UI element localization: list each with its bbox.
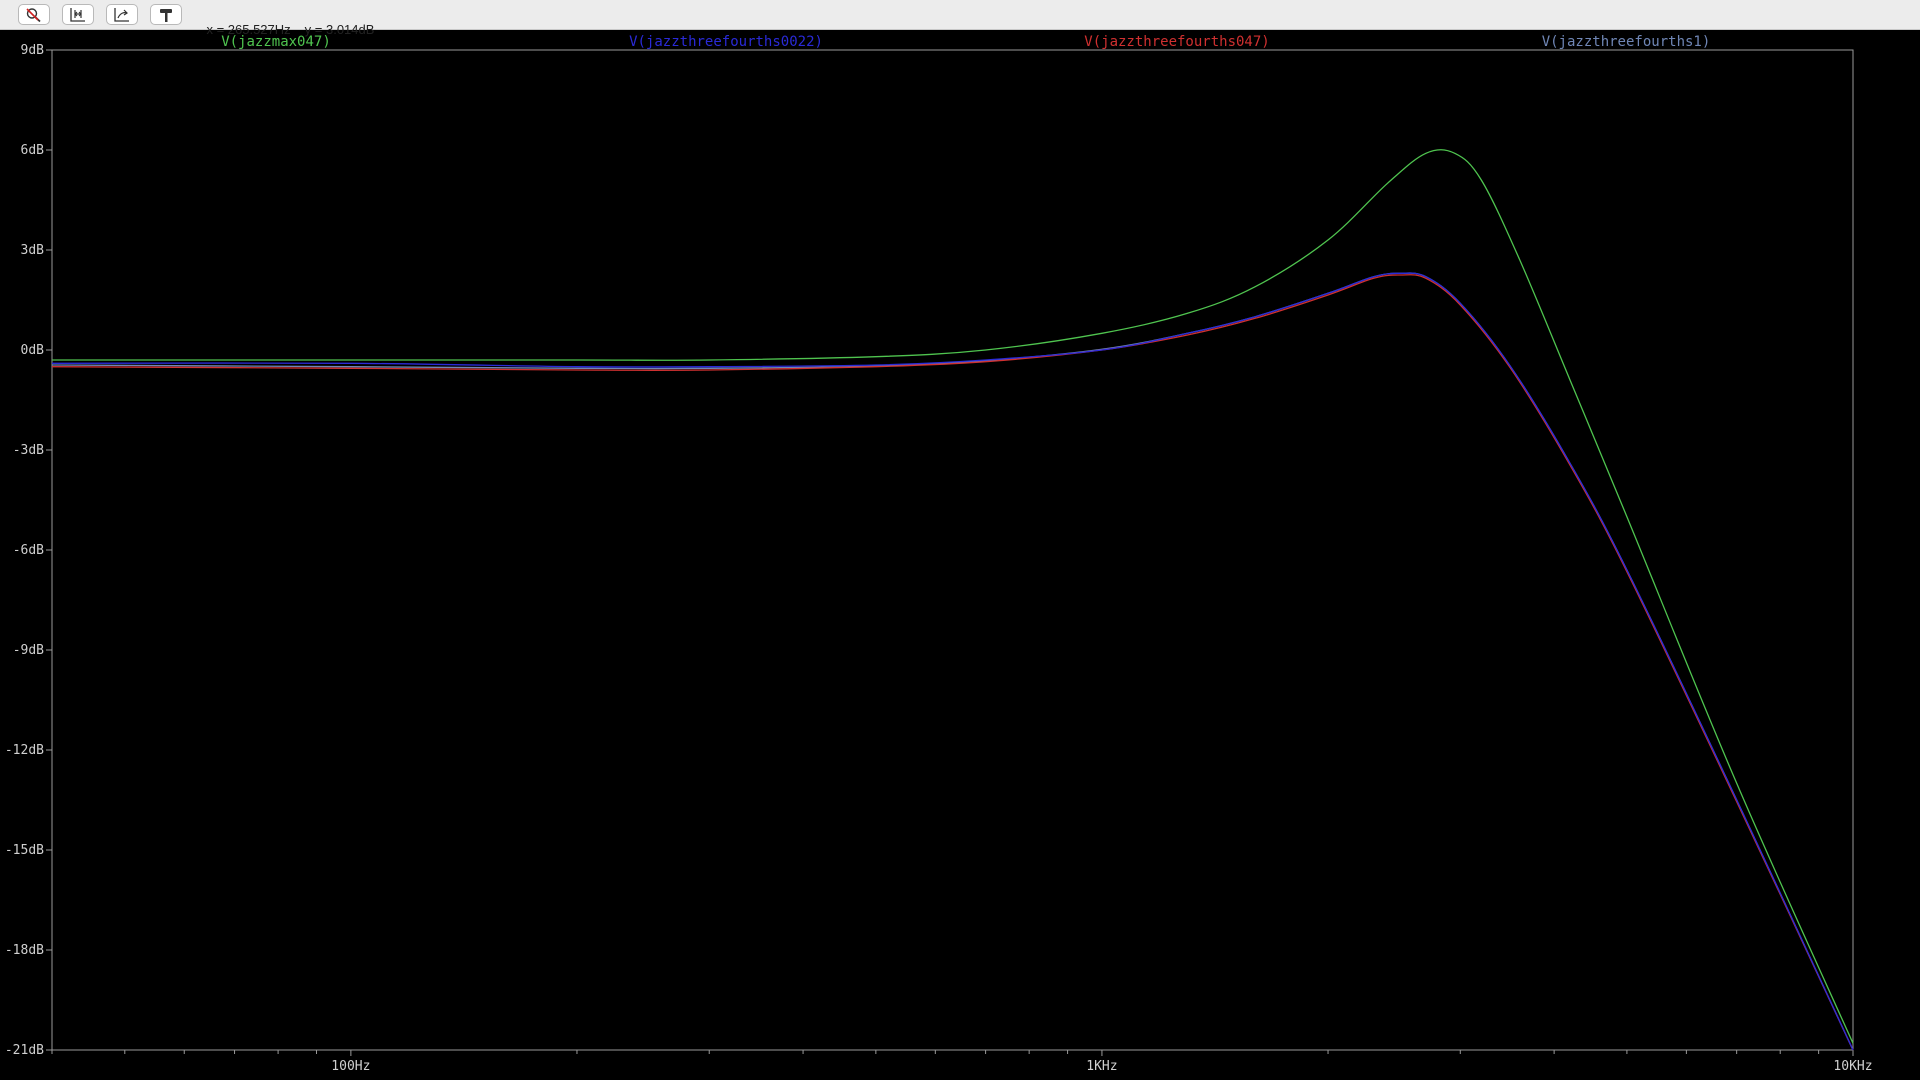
previous-zoom-icon	[114, 7, 129, 22]
y-tick-label: -12dB	[5, 743, 44, 758]
y-tick-label: 6dB	[21, 143, 45, 158]
y-tick-label: -9dB	[13, 643, 44, 658]
y-tick-label: 9dB	[21, 43, 45, 58]
zoom-cancel-icon	[26, 7, 41, 22]
y-tick-label: -21dB	[5, 1043, 44, 1058]
toolbar: x = 265.527Hz y = 3.014dB	[0, 0, 1920, 37]
x-tick-label: 1KHz	[1086, 1059, 1117, 1074]
previous-zoom-button[interactable]	[106, 4, 138, 25]
legend-entry[interactable]: V(jazzthreefourths0022)	[629, 34, 823, 50]
legend-entry[interactable]: V(jazzthreefourths1)	[1542, 34, 1711, 50]
legend-entry[interactable]: V(jazzmax047)	[221, 34, 331, 50]
pick-trace-button[interactable]	[150, 4, 182, 25]
legend-entry[interactable]: V(jazzthreefourths047)	[1084, 34, 1269, 50]
waveform-plot[interactable]: V(jazzmax047) V(jazzthreefourths0022) V(ja…	[0, 30, 1920, 1080]
trace-legend: V(jazzmax047) V(jazzthreefourths0022) V(ja…	[221, 34, 1710, 50]
trace-line-2[interactable]	[51, 274, 1854, 1051]
x-tick-label: 100Hz	[331, 1059, 370, 1074]
autorange-icon	[70, 7, 85, 22]
plot-frame	[51, 49, 1854, 1051]
trace-line-3[interactable]	[51, 272, 1854, 1051]
y-tick-label: 3dB	[21, 243, 45, 258]
zoom-cancel-button[interactable]	[18, 4, 50, 25]
y-tick-label: -18dB	[5, 943, 44, 958]
y-tick-label: -3dB	[13, 443, 44, 458]
hammer-icon	[160, 8, 172, 22]
x-tick-label: 10KHz	[1833, 1059, 1872, 1074]
trace-line-0[interactable]	[52, 149, 1854, 1044]
plot-pane[interactable]: V(jazzmax047) V(jazzthreefourths0022) V(ja…	[0, 30, 1920, 1080]
autorange-button[interactable]	[62, 4, 94, 25]
traces	[51, 149, 1854, 1051]
trace-line-1[interactable]	[51, 272, 1854, 1051]
y-tick-label: -6dB	[13, 543, 44, 558]
plot-axes: 9dB 6dB 3dB 0dB -3dB -6dB -9dB -12dB -15dB -18dB -…	[5, 43, 1873, 1074]
y-tick-label: 0dB	[21, 343, 45, 358]
y-tick-label: -15dB	[5, 843, 44, 858]
